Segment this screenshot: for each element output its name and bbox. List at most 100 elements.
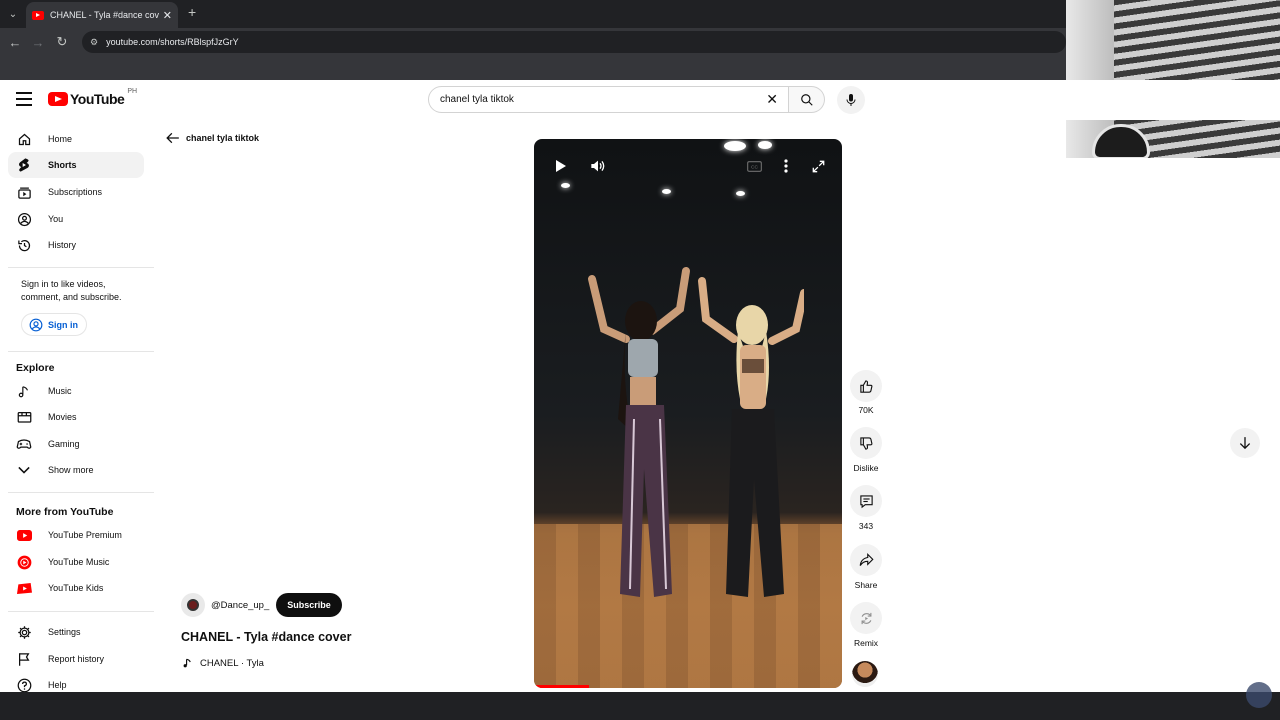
- sidebar-item-label: Report history: [48, 654, 105, 664]
- sidebar-item-movies[interactable]: Movies: [8, 404, 144, 430]
- music-link[interactable]: CHANEL · Tyla: [182, 657, 264, 669]
- sidebar-item-label: YouTube Kids: [48, 583, 104, 593]
- sidebar-item-home[interactable]: Home: [8, 126, 144, 152]
- taskbar-avatar[interactable]: [1246, 682, 1272, 708]
- sidebar-item-youtube-kids[interactable]: YouTube Kids: [8, 575, 144, 601]
- sidebar-item-music[interactable]: Music: [8, 378, 144, 404]
- tab-title: CHANEL - Tyla #dance cover - YouTube: [50, 10, 159, 20]
- sidebar-divider: [8, 492, 154, 493]
- comment-icon: [859, 494, 873, 508]
- youtube-music-icon: [16, 554, 32, 570]
- clear-search-icon[interactable]: ✕: [766, 91, 778, 108]
- channel-name[interactable]: @Dance_up_: [211, 600, 269, 611]
- omnibox[interactable]: ⚙ youtube.com/shorts/RBlspfJzGrY: [82, 31, 1066, 53]
- fullscreen-button[interactable]: [810, 158, 826, 174]
- volume-icon: [591, 160, 605, 172]
- sidebar-item-show-more[interactable]: Show more: [8, 457, 144, 483]
- youtube-favicon-icon: [32, 10, 44, 20]
- share-button[interactable]: [850, 544, 882, 576]
- shorts-video-player[interactable]: CC: [534, 139, 842, 688]
- next-video-button[interactable]: [1230, 428, 1260, 458]
- you-icon: [16, 211, 32, 227]
- sidebar-item-settings[interactable]: Settings: [8, 619, 144, 645]
- youtube-logo[interactable]: YouTube PH: [48, 87, 138, 107]
- video-title[interactable]: CHANEL - Tyla #dance cover: [181, 630, 351, 644]
- channel-avatar[interactable]: [181, 593, 205, 617]
- youtube-play-icon: [48, 92, 68, 106]
- microphone-icon: [846, 94, 856, 106]
- sidebar-item-label: History: [48, 240, 77, 250]
- sidebar-item-label: Music: [48, 386, 72, 396]
- back-to-search-link[interactable]: chanel tyla tiktok: [166, 132, 259, 144]
- voice-search-button[interactable]: [837, 86, 865, 114]
- captions-icon: CC: [746, 160, 762, 172]
- tab-search-button[interactable]: ⌄: [4, 4, 22, 24]
- site-info-icon[interactable]: ⚙: [90, 37, 98, 48]
- browser-tab[interactable]: CHANEL - Tyla #dance cover - YouTube ✕: [26, 2, 178, 28]
- youtube-premium-icon: [16, 527, 32, 543]
- sound-avatar[interactable]: [852, 661, 878, 687]
- arrow-down-icon: [1239, 437, 1251, 450]
- sidebar-item-you[interactable]: You: [8, 206, 144, 232]
- play-button[interactable]: [553, 158, 569, 174]
- share-icon: [859, 553, 874, 566]
- sidebar-item-gaming[interactable]: Gaming: [8, 431, 144, 457]
- sidebar-item-label: Show more: [48, 465, 94, 475]
- sidebar-item-label: Settings: [48, 627, 81, 637]
- tab-close-icon[interactable]: ✕: [163, 9, 172, 22]
- like-button[interactable]: [850, 370, 882, 402]
- dislike-label: Dislike: [853, 463, 879, 473]
- webcam-overlay: [1066, 0, 1280, 158]
- sidebar: Home Shorts Subscriptions You History Si…: [0, 120, 156, 692]
- thumbs-up-icon: [859, 379, 872, 393]
- more-options-button[interactable]: [778, 158, 794, 174]
- remix-button[interactable]: [850, 602, 882, 634]
- fullscreen-icon: [812, 160, 824, 172]
- dislike-button[interactable]: [850, 427, 882, 459]
- comments-button[interactable]: [850, 485, 882, 517]
- signin-label: Sign in: [48, 319, 78, 330]
- sidebar-divider: [8, 611, 154, 612]
- volume-button[interactable]: [590, 158, 606, 174]
- home-icon: [16, 131, 32, 147]
- sidebar-item-history[interactable]: History: [8, 232, 144, 258]
- menu-icon[interactable]: [16, 92, 32, 106]
- more-from-youtube-heading: More from YouTube: [16, 506, 114, 518]
- account-icon: [29, 318, 43, 331]
- signin-button[interactable]: Sign in: [21, 313, 87, 336]
- subscribe-button[interactable]: Subscribe: [276, 593, 342, 617]
- sidebar-item-report-history[interactable]: Report history: [8, 646, 144, 672]
- music-note-icon: [183, 658, 191, 668]
- comment-count: 343: [858, 521, 874, 531]
- video-light: [561, 183, 570, 188]
- reload-icon[interactable]: ↻: [53, 33, 71, 51]
- country-code: PH: [127, 87, 138, 95]
- captions-button[interactable]: CC: [746, 158, 762, 174]
- sidebar-item-shorts[interactable]: Shorts: [8, 152, 144, 178]
- video-light: [758, 141, 772, 149]
- taskbar: [0, 682, 1280, 720]
- new-tab-button[interactable]: +: [188, 4, 196, 20]
- sidebar-item-label: YouTube Music: [48, 557, 110, 567]
- music-label: CHANEL · Tyla: [200, 657, 264, 669]
- video-light: [662, 189, 671, 194]
- channel-row: @Dance_up_ Subscribe: [181, 593, 342, 617]
- video-progress-bar[interactable]: [534, 685, 590, 688]
- flag-icon: [16, 651, 32, 667]
- forward-icon[interactable]: →: [29, 33, 47, 51]
- arrow-left-icon: [166, 132, 179, 144]
- back-icon[interactable]: ←: [6, 33, 24, 51]
- like-count: 70K: [858, 405, 874, 415]
- youtube-header: YouTube PH chanel tyla tiktok ✕: [0, 80, 1280, 120]
- search-button[interactable]: [789, 86, 825, 113]
- sidebar-item-youtube-music[interactable]: YouTube Music: [8, 549, 144, 575]
- explore-heading: Explore: [16, 362, 55, 374]
- search-input[interactable]: chanel tyla tiktok ✕: [428, 86, 789, 113]
- shorts-icon: [16, 157, 32, 173]
- video-light: [736, 191, 745, 196]
- sidebar-item-subscriptions[interactable]: Subscriptions: [8, 179, 144, 205]
- signin-prompt: Sign in to like videos, comment, and sub…: [21, 279, 122, 302]
- sidebar-item-label: Gaming: [48, 439, 80, 449]
- sidebar-item-label: Shorts: [48, 160, 77, 170]
- sidebar-item-youtube-premium[interactable]: YouTube Premium: [8, 522, 144, 548]
